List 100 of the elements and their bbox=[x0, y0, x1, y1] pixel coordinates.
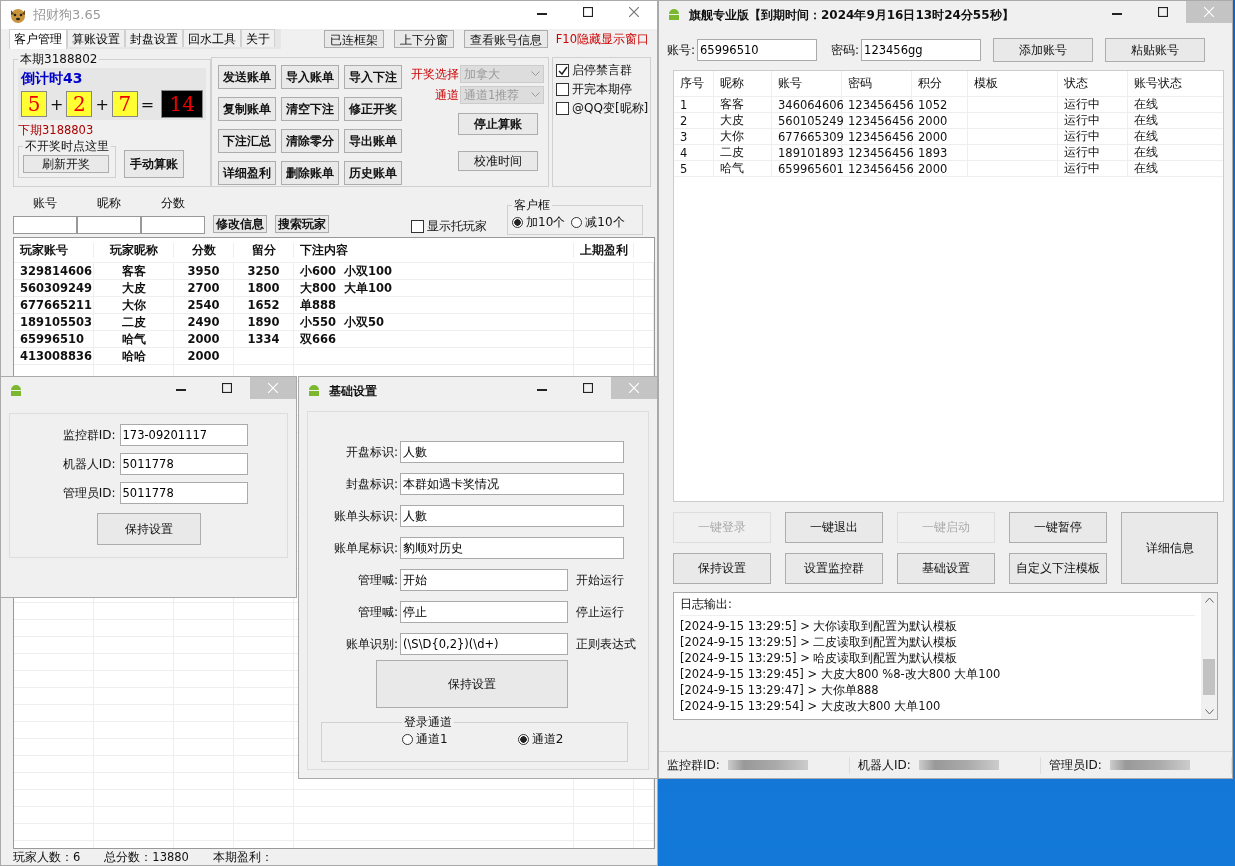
radio-option[interactable]: 通道1 bbox=[402, 731, 448, 748]
form-button[interactable]: 修改信息 bbox=[213, 215, 267, 233]
action-button[interactable]: 删除账单 bbox=[281, 161, 340, 185]
radio-option[interactable]: 加10个 bbox=[512, 214, 566, 231]
action-button[interactable]: 一键退出 bbox=[785, 512, 883, 543]
table-cell: 小600 小双100 bbox=[300, 263, 393, 279]
action-button[interactable]: 一键暂停 bbox=[1009, 512, 1107, 543]
tab[interactable]: 回水工具 bbox=[183, 29, 241, 47]
action-button[interactable]: 清空下注 bbox=[281, 97, 340, 121]
input-field[interactable]: 65996510 bbox=[697, 39, 818, 61]
table-cell: 在线 bbox=[1134, 145, 1158, 160]
action-button[interactable]: 导入账单 bbox=[281, 65, 340, 89]
action-button[interactable]: 历史账单 bbox=[344, 161, 403, 185]
input-field[interactable]: 停止 bbox=[400, 601, 568, 623]
field-label: 管理员ID: bbox=[61, 484, 116, 502]
action-button[interactable]: 详细盈利 bbox=[218, 161, 277, 185]
input-field[interactable]: 123456gg bbox=[861, 39, 982, 61]
checkbox[interactable] bbox=[411, 220, 424, 233]
table-cell: 大你 bbox=[720, 129, 744, 144]
input-field[interactable] bbox=[13, 216, 77, 234]
checkbox-option[interactable]: @QQ变[昵称] bbox=[556, 100, 647, 117]
table-cell: 560309249 bbox=[20, 281, 92, 295]
action-button[interactable]: 导入下注 bbox=[344, 65, 403, 89]
checkbox[interactable] bbox=[556, 64, 569, 77]
details-button[interactable]: 详细信息 bbox=[1121, 512, 1218, 584]
stop-settle-button[interactable]: 停止算账 bbox=[458, 113, 538, 135]
radio-button[interactable] bbox=[512, 217, 523, 228]
tab[interactable]: 关于 bbox=[241, 29, 275, 47]
field-label: 分数 bbox=[161, 195, 185, 212]
input-field[interactable]: 人數 bbox=[400, 441, 624, 463]
action-button[interactable]: 清除零分 bbox=[281, 129, 340, 153]
action-button[interactable]: 下注汇总 bbox=[218, 129, 277, 153]
input-field[interactable]: 173-09201117 bbox=[119, 424, 248, 446]
checkbox-option[interactable]: 启停禁言群 bbox=[556, 62, 647, 79]
table-cell: 双666 bbox=[300, 331, 336, 347]
table-cell: 2540 bbox=[187, 298, 220, 312]
input-field[interactable]: 5011778 bbox=[119, 453, 248, 475]
input-field[interactable] bbox=[141, 216, 205, 234]
toolbar-button[interactable]: 查看账号信息 bbox=[463, 30, 548, 48]
field-label: 账单识别: bbox=[344, 635, 398, 653]
scrollbar-thumb[interactable] bbox=[1203, 659, 1215, 695]
table-cell: 客客 bbox=[121, 263, 146, 279]
status-label: 机器人ID: bbox=[858, 756, 911, 774]
radio-button[interactable] bbox=[517, 734, 529, 745]
refresh-draw-button[interactable]: 刷新开奖 bbox=[23, 155, 109, 173]
column-header: 序号 bbox=[679, 75, 705, 92]
table-cell: 189105503 bbox=[20, 315, 92, 329]
action-button[interactable]: 导出账单 bbox=[344, 129, 403, 153]
tab[interactable]: 客户管理 bbox=[9, 29, 67, 49]
radio-option[interactable]: 通道2 bbox=[517, 731, 564, 748]
status-text: 玩家人数：6 bbox=[13, 849, 81, 865]
input-field[interactable]: 5011778 bbox=[119, 482, 248, 504]
input-field[interactable]: (\S\D{0,2})(\d+) bbox=[400, 633, 568, 655]
table-cell: 3250 bbox=[247, 264, 280, 278]
account-button[interactable]: 添加账号 bbox=[993, 38, 1094, 62]
dog-face-icon bbox=[9, 6, 27, 24]
table-cell: 在线 bbox=[1134, 97, 1158, 112]
toolbar-button[interactable]: 已连框架 bbox=[323, 30, 384, 48]
save-settings-button[interactable]: 保持设置 bbox=[96, 513, 201, 545]
column-header: 玩家账号 bbox=[14, 242, 94, 258]
number-tile: 7 bbox=[111, 91, 138, 117]
scrollbar[interactable] bbox=[1201, 593, 1217, 719]
log-title: 日志输出: bbox=[680, 597, 1195, 616]
operator-sign: + bbox=[95, 94, 109, 114]
action-button[interactable]: 复制账单 bbox=[218, 97, 277, 121]
action-button[interactable]: 保持设置 bbox=[673, 553, 771, 584]
table-cell: 123456456 bbox=[848, 161, 914, 176]
group-title: 本期3188802 bbox=[19, 51, 99, 68]
toolbar-button[interactable]: 上下分窗 bbox=[393, 30, 454, 48]
action-button[interactable]: 发送账单 bbox=[218, 65, 277, 89]
status-label: 监控群ID: bbox=[667, 756, 720, 774]
action-button[interactable]: 修正开奖 bbox=[344, 97, 403, 121]
calibrate-time-button[interactable]: 校准时间 bbox=[458, 151, 538, 171]
action-button[interactable]: 基础设置 bbox=[897, 553, 995, 584]
radio-button[interactable] bbox=[571, 217, 583, 228]
table-cell: 189101893 bbox=[778, 145, 844, 160]
field-label: 账号: bbox=[667, 41, 696, 59]
checkbox-option[interactable]: 显示托玩家 bbox=[411, 218, 487, 235]
window-title: 招财狗3.65 bbox=[33, 6, 102, 24]
number-tile: 2 bbox=[66, 91, 93, 117]
number-tile: 5 bbox=[21, 91, 47, 117]
radio-option[interactable]: 减10个 bbox=[571, 214, 625, 231]
input-field[interactable]: 豹顺对历史 bbox=[400, 537, 624, 559]
input-field[interactable]: 本群如遇卡奖情况 bbox=[400, 473, 624, 495]
save-settings-button[interactable]: 保持设置 bbox=[376, 660, 568, 708]
input-field[interactable]: 人數 bbox=[400, 505, 624, 527]
checkbox[interactable] bbox=[556, 83, 569, 96]
checkbox-option[interactable]: 开完本期停 bbox=[556, 81, 647, 98]
manual-settle-button[interactable]: 手动算账 bbox=[124, 150, 184, 178]
table-cell: 1652 bbox=[247, 298, 280, 312]
form-button[interactable]: 搜索玩家 bbox=[275, 215, 329, 233]
checkbox[interactable] bbox=[556, 102, 569, 115]
input-field[interactable]: 开始 bbox=[400, 569, 568, 591]
radio-button[interactable] bbox=[402, 734, 413, 745]
action-button[interactable]: 自定义下注模板 bbox=[1009, 553, 1107, 584]
tab[interactable]: 算账设置 bbox=[67, 29, 125, 47]
tab[interactable]: 封盘设置 bbox=[125, 29, 183, 47]
action-button[interactable]: 设置监控群 bbox=[785, 553, 883, 584]
account-button[interactable]: 粘贴账号 bbox=[1105, 38, 1206, 62]
input-field[interactable] bbox=[77, 216, 141, 234]
